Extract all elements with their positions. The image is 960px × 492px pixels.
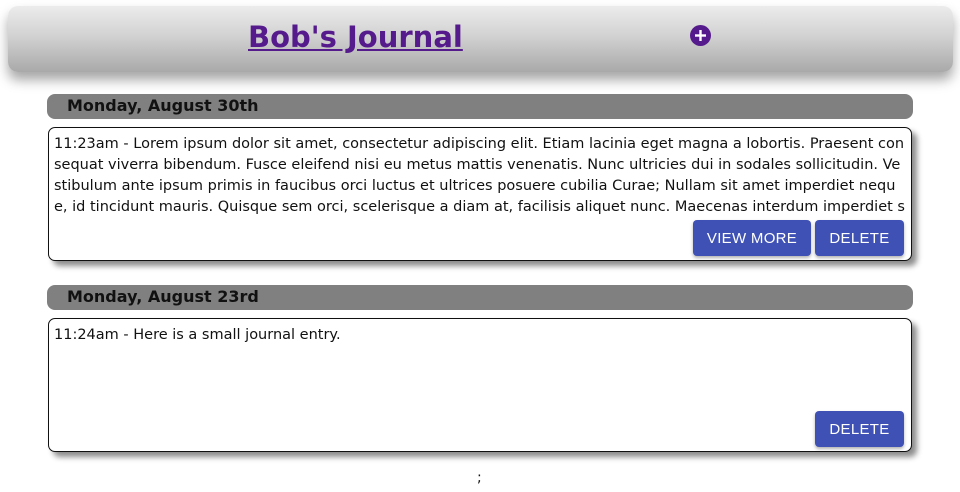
journal-entry-card: 11:24am - Here is a small journal entry.…: [48, 318, 912, 452]
entry-text: 11:23am - Lorem ipsum dolor sit amet, co…: [54, 136, 905, 215]
delete-button[interactable]: DELETE: [815, 220, 904, 256]
add-entry-button[interactable]: [690, 25, 711, 46]
page-title[interactable]: Bob's Journal: [248, 20, 463, 54]
delete-button[interactable]: DELETE: [815, 411, 904, 447]
journal-entry-card: 11:23am - Lorem ipsum dolor sit amet, co…: [48, 127, 912, 261]
view-more-button[interactable]: VIEW MORE: [693, 220, 811, 256]
entry-text: 11:24am - Here is a small journal entry.: [54, 327, 341, 343]
app-header: Bob's Journal: [8, 6, 953, 72]
plus-circle-icon: [695, 30, 706, 41]
footer-text: ;: [477, 470, 482, 486]
day-header: Monday, August 23rd: [47, 285, 913, 310]
day-date-label: Monday, August 30th: [67, 96, 259, 115]
day-date-label: Monday, August 23rd: [67, 287, 259, 306]
day-header: Monday, August 30th: [47, 94, 913, 119]
